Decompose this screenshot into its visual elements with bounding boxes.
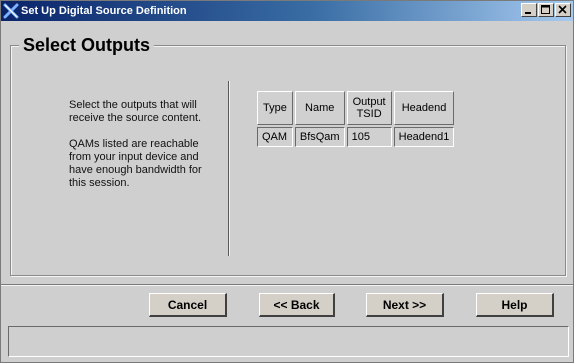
instructions-text: Select the outputs that will receive the… <box>69 99 219 203</box>
maximize-button[interactable] <box>538 3 554 17</box>
dialog-window: Set Up Digital Source Definition Select … <box>0 0 574 363</box>
column-header-type[interactable]: Type <box>257 91 293 125</box>
outputs-table: Type Name Output TSID Headend QAM BfsQam… <box>255 89 456 149</box>
table-row[interactable]: QAM BfsQam 105 Headend1 <box>257 127 455 147</box>
column-header-headend[interactable]: Headend <box>393 91 455 125</box>
minimize-icon <box>525 12 531 14</box>
cell-name[interactable]: BfsQam <box>294 127 345 147</box>
back-button[interactable]: << Back <box>259 293 335 317</box>
close-button[interactable] <box>555 3 571 17</box>
instructions-paragraph-1: Select the outputs that will receive the… <box>69 99 202 124</box>
vertical-divider <box>228 81 230 256</box>
cancel-button[interactable]: Cancel <box>149 293 227 317</box>
output-tsid-header-line2: TSID <box>356 108 382 120</box>
output-tsid-header-line1: Output <box>352 96 386 108</box>
title-bar[interactable]: Set Up Digital Source Definition <box>1 1 573 21</box>
section-title: Select Outputs <box>19 34 155 56</box>
next-button[interactable]: Next >> <box>366 293 444 317</box>
close-icon <box>558 5 567 14</box>
column-header-output-tsid[interactable]: Output TSID <box>346 91 392 125</box>
help-button[interactable]: Help <box>476 293 554 317</box>
maximize-icon <box>541 5 550 14</box>
horizontal-separator <box>1 284 573 286</box>
window-title: Set Up Digital Source Definition <box>21 5 187 17</box>
minimize-button[interactable] <box>521 3 537 17</box>
cell-output-tsid[interactable]: 105 <box>346 127 392 147</box>
column-header-name[interactable]: Name <box>294 91 345 125</box>
cell-headend[interactable]: Headend1 <box>393 127 455 147</box>
app-x-icon <box>3 3 19 19</box>
status-bar <box>8 326 569 357</box>
instructions-paragraph-2: QAMs listed are reachable from your inpu… <box>69 138 202 189</box>
table-header-row: Type Name Output TSID Headend <box>257 91 455 125</box>
window-controls <box>520 3 571 19</box>
cell-type[interactable]: QAM <box>257 127 293 147</box>
